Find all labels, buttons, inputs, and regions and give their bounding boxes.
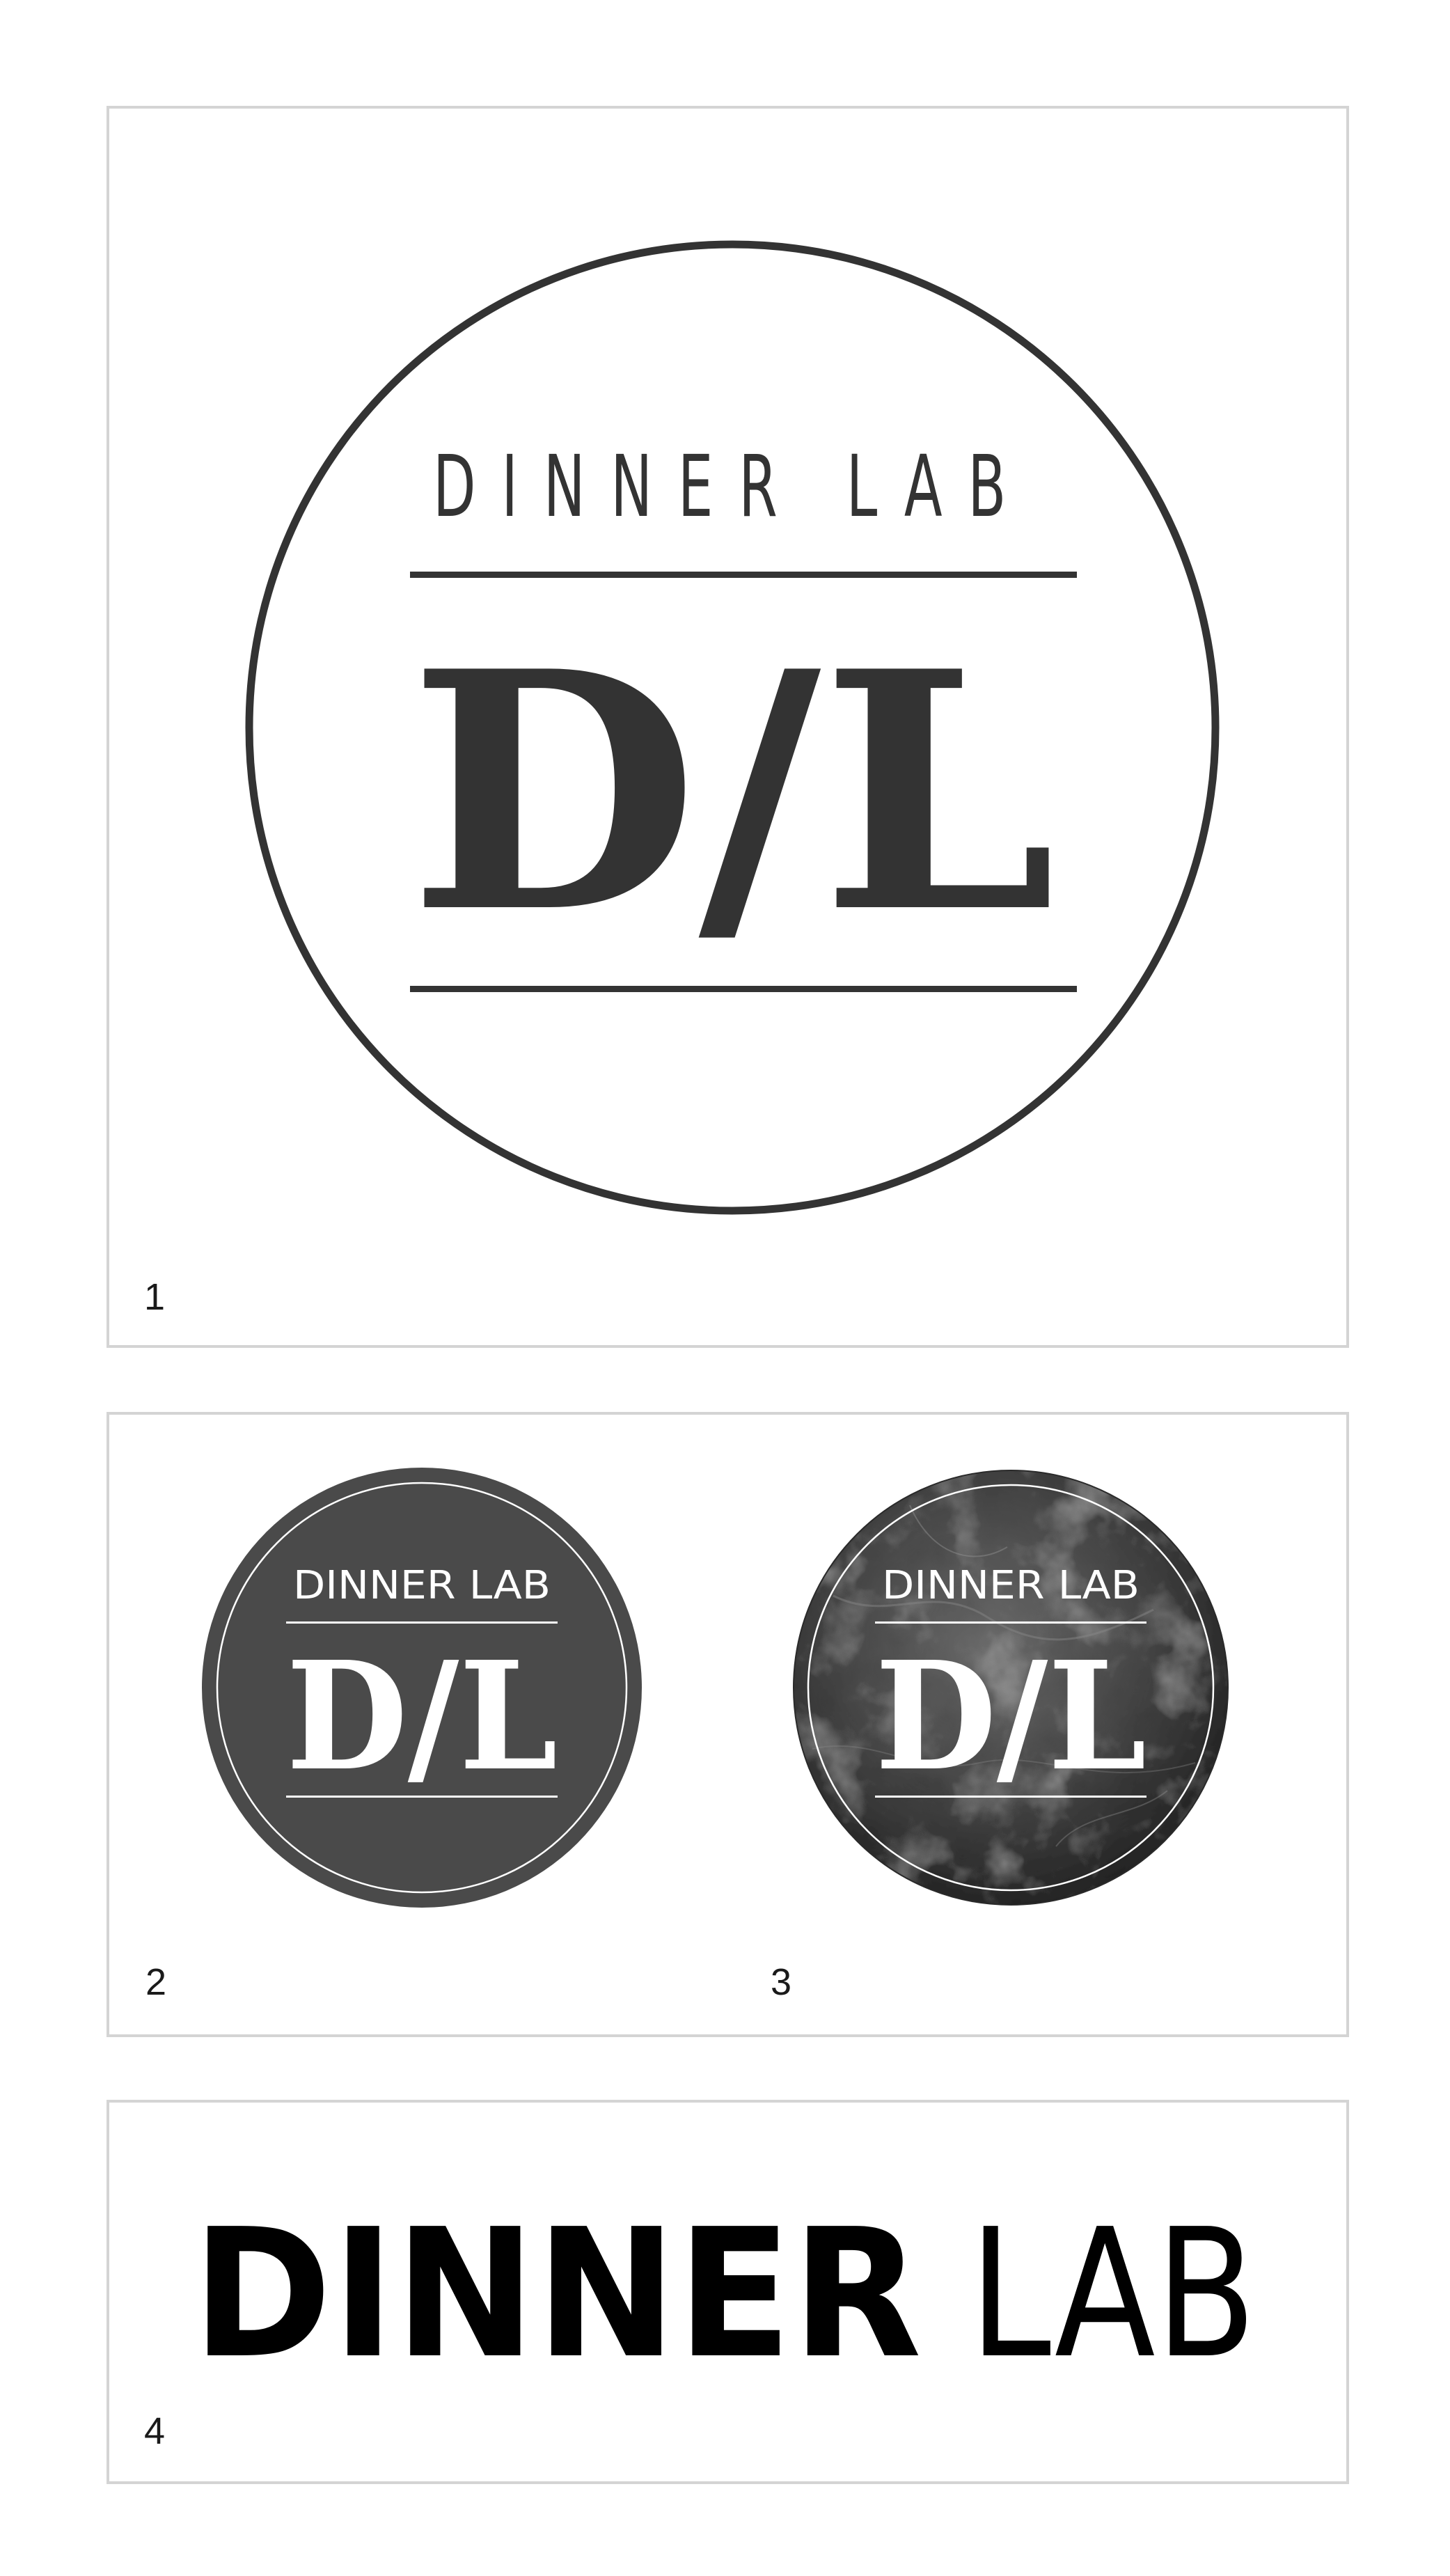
badge-divider-bottom <box>875 1796 1146 1798</box>
panel-number: 1 <box>144 1276 166 1318</box>
badge-wordmark: DINNER LAB <box>882 1563 1140 1608</box>
logo-divider-bottom <box>410 986 1077 992</box>
logo-wordmark: DINNER LAB <box>433 437 1032 536</box>
badge-monogram: D/L <box>286 1629 558 1804</box>
wordmark-bold: DINNER <box>192 2191 922 2398</box>
solid-badge: DINNER LAB D/L <box>202 1468 642 1908</box>
horizontal-wordmark-logo: DINNER LAB <box>192 2191 1256 2398</box>
badge-monogram: D/L <box>875 1629 1146 1804</box>
logo-panel-4: DINNER LAB 4 <box>107 2100 1349 2484</box>
logo-panel-1: DINNER LAB D/L 1 <box>107 106 1349 1348</box>
logo-monogram: D/L <box>409 600 1056 984</box>
badge-row: DINNER LAB D/L DINNER LAB D/L <box>202 1468 1229 1908</box>
logo-panel-2: DINNER LAB D/L DINNER LAB D/L 2 3 <box>107 1412 1349 2037</box>
panel-number: 3 <box>771 1961 792 2003</box>
panel-number: 4 <box>144 2410 166 2452</box>
panel-number: 2 <box>145 1961 167 2003</box>
badge-divider-top <box>875 1621 1146 1624</box>
badge-divider-bottom <box>286 1796 558 1798</box>
wordmark-light: LAB <box>969 2191 1256 2398</box>
textured-badge: DINNER LAB D/L <box>793 1470 1229 1906</box>
badge-wordmark: DINNER LAB <box>293 1563 551 1608</box>
logo-divider-top <box>410 572 1077 578</box>
dinner-lab-circle-logo: DINNER LAB D/L <box>245 240 1220 1215</box>
badge-divider-top <box>286 1621 558 1624</box>
